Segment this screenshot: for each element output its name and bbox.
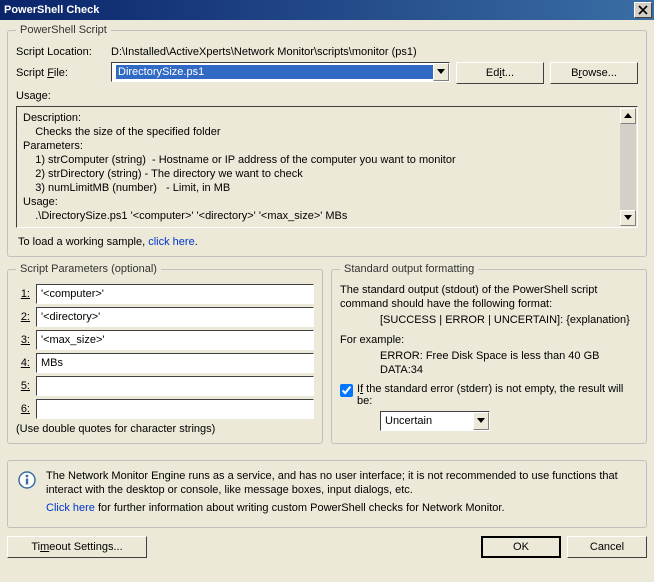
usage-line: .\DirectorySize.ps1 '<computer>' '<direc… (23, 209, 613, 223)
cancel-button[interactable]: Cancel (567, 536, 647, 558)
stdout-formatting-group: Standard output formatting The standard … (331, 263, 647, 444)
script-file-label: Script File: (16, 67, 111, 79)
param-1-input[interactable] (36, 284, 314, 304)
stdout-format: [SUCCESS | ERROR | UNCERTAIN]: {explanat… (340, 313, 638, 327)
param-5-label: 5: (16, 380, 30, 392)
chevron-down-icon (437, 69, 445, 75)
stderr-nonempty-label[interactable]: If the standard error (stderr) is not em… (357, 383, 638, 407)
script-file-value: DirectorySize.ps1 (116, 65, 433, 79)
usage-label: Usage: (16, 90, 111, 102)
param-4-label: 4: (16, 357, 30, 369)
param-4-input[interactable] (36, 353, 314, 373)
powershell-script-group: PowerShell Script Script Location: D:\In… (7, 24, 647, 257)
usage-line: Parameters: (23, 139, 613, 153)
stderr-result-value: Uncertain (381, 415, 473, 427)
stdout-text: The standard output (stdout) of the Powe… (340, 283, 638, 311)
edit-button[interactable]: Edit... (456, 62, 544, 84)
usage-line: Usage: (23, 195, 613, 209)
combo-drop-button[interactable] (473, 412, 489, 430)
group-legend-stdout: Standard output formatting (340, 263, 478, 275)
info-icon (18, 469, 38, 519)
info-line-2: Click here for further information about… (46, 501, 636, 515)
timeout-settings-button[interactable]: Timeout Settings... (7, 536, 147, 558)
group-legend-script: PowerShell Script (16, 24, 111, 36)
script-parameters-group: Script Parameters (optional) 1: 2: 3: 4:… (7, 263, 323, 444)
info-line-1: The Network Monitor Engine runs as a ser… (46, 469, 636, 497)
usage-line: 2) strDirectory (string) - The directory… (23, 167, 613, 181)
param-6-input[interactable] (36, 399, 314, 419)
scroll-up-button[interactable] (620, 108, 636, 124)
param-6-label: 6: (16, 403, 30, 415)
usage-line: 3) numLimitMB (number) - Limit, in MB (23, 181, 613, 195)
sample-line: To load a working sample, click here. (16, 236, 638, 248)
script-location-value: D:\Installed\ActiveXperts\Network Monito… (111, 46, 638, 58)
window-title: PowerShell Check (4, 4, 634, 16)
info-click-here-link[interactable]: Click here (46, 502, 95, 514)
param-2-input[interactable] (36, 307, 314, 327)
title-bar: PowerShell Check (0, 0, 654, 20)
stderr-nonempty-checkbox[interactable] (340, 384, 353, 397)
combo-drop-button[interactable] (433, 63, 449, 81)
scrollbar-track[interactable] (620, 124, 636, 210)
usage-line: Description: (23, 111, 613, 125)
group-legend-params: Script Parameters (optional) (16, 263, 161, 275)
script-file-combo[interactable]: DirectorySize.ps1 (111, 62, 450, 82)
param-5-input[interactable] (36, 376, 314, 396)
param-note: (Use double quotes for character strings… (16, 423, 314, 435)
stdout-example-label: For example: (340, 333, 638, 347)
usage-scrollbar[interactable] (620, 108, 636, 226)
param-3-input[interactable] (36, 330, 314, 350)
close-button[interactable] (634, 2, 652, 18)
load-sample-link[interactable]: click here (148, 236, 194, 248)
param-2-label: 2: (16, 311, 30, 323)
chevron-down-icon (624, 215, 632, 221)
stderr-result-combo[interactable]: Uncertain (380, 411, 490, 431)
usage-line: 1) strComputer (string) - Hostname or IP… (23, 153, 613, 167)
script-location-label: Script Location: (16, 46, 111, 58)
param-3-label: 3: (16, 334, 30, 346)
chevron-up-icon (624, 113, 632, 119)
chevron-down-icon (477, 418, 485, 424)
ok-button[interactable]: OK (481, 536, 561, 558)
scroll-down-button[interactable] (620, 210, 636, 226)
info-box: The Network Monitor Engine runs as a ser… (7, 460, 647, 528)
usage-line: Checks the size of the specified folder (23, 125, 613, 139)
usage-textarea[interactable]: Description: Checks the size of the spec… (16, 106, 638, 228)
browse-button[interactable]: Browse... (550, 62, 638, 84)
stdout-example: ERROR: Free Disk Space is less than 40 G… (340, 349, 638, 377)
close-icon (638, 5, 648, 15)
param-1-label: 1: (16, 288, 30, 300)
